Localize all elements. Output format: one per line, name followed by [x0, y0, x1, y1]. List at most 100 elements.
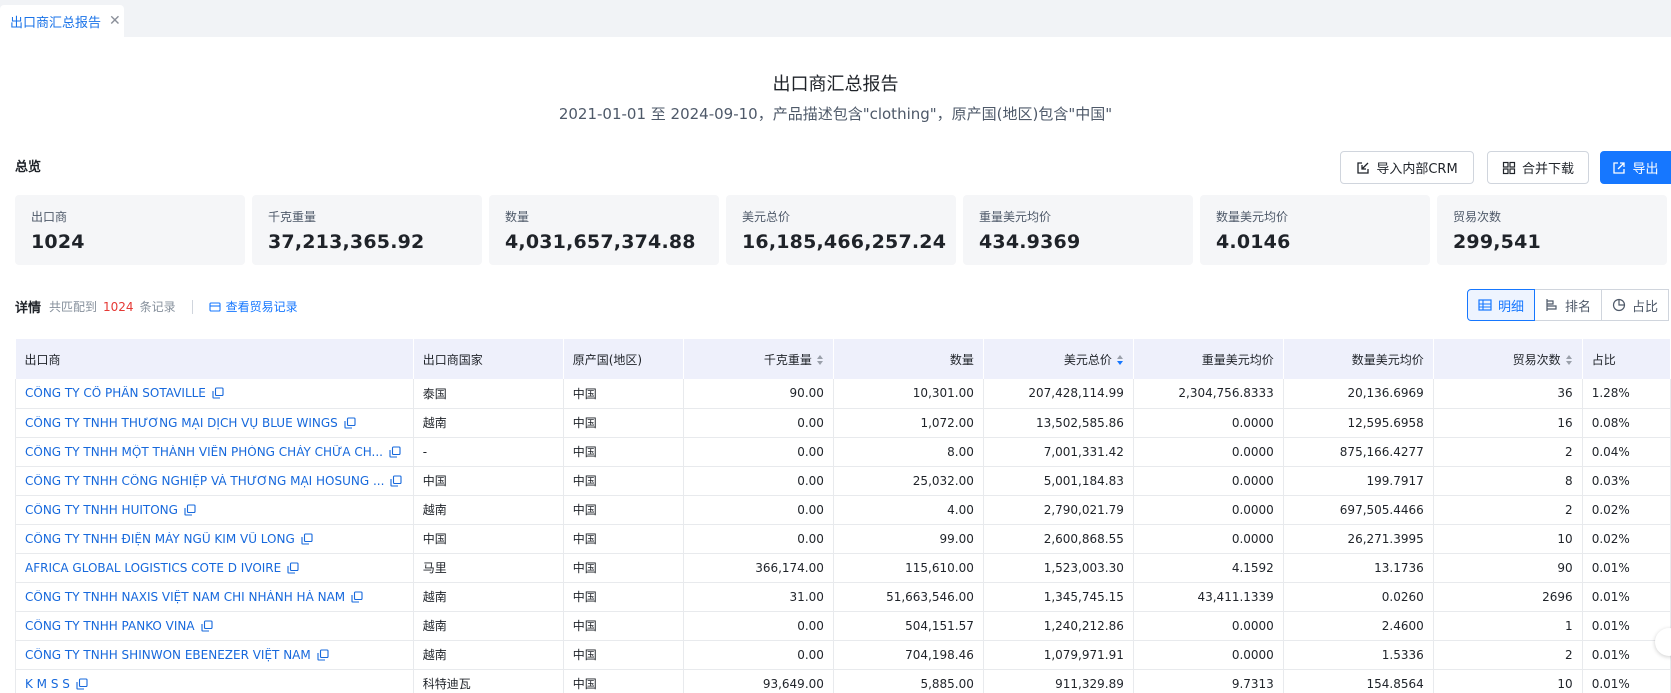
exporter-name-cell[interactable]: CÔNG TY CỔ PHẦN SOTAVILLE — [15, 379, 414, 409]
trades-cell: 10 — [1433, 669, 1583, 693]
trades-cell: 2 — [1433, 495, 1583, 525]
close-icon[interactable]: ✕ — [109, 13, 121, 29]
exporter-name-cell[interactable]: CÔNG TY TNHH NAXIS VIỆT NAM CHI NHÁNH HÀ… — [15, 582, 414, 612]
col-header-total-usd[interactable]: 美元总价 — [983, 339, 1134, 379]
details-count-prefix: 共匹配到 — [49, 300, 98, 314]
pie-icon — [1612, 298, 1626, 312]
exporter-name-cell[interactable]: CÔNG TY TNHH ĐIỆN MÁY NGŨ KIM VŨ LONG — [15, 524, 414, 554]
stat-label: 千克重量 — [268, 210, 317, 224]
stat-value: 434.9369 — [979, 231, 1081, 253]
copy-icon[interactable] — [344, 416, 356, 429]
col-header-exporter: 出口商 — [15, 339, 414, 379]
total-usd-cell: 207,428,114.99 — [983, 379, 1134, 409]
weight-avg-cell: 2,304,756.8333 — [1133, 379, 1284, 409]
exporter-name-cell[interactable]: AFRICA GLOBAL LOGISTICS COTE D IVOIRE — [15, 553, 414, 583]
exporter-name[interactable]: CÔNG TY TNHH MỘT THÀNH VIÊN PHÒNG CHÁY C… — [25, 445, 383, 459]
exporter-name-cell[interactable]: CÔNG TY TNHH HUITONG — [15, 495, 414, 525]
import-crm-label: 导入内部CRM — [1376, 162, 1458, 177]
exporter-name[interactable]: CÔNG TY TNHH NAXIS VIỆT NAM CHI NHÁNH HÀ… — [25, 590, 345, 604]
copy-icon[interactable] — [389, 445, 401, 458]
copy-icon[interactable] — [317, 648, 329, 661]
qty-avg-cell: 199.7917 — [1283, 466, 1434, 496]
weight-avg-cell: 0.0000 — [1133, 408, 1284, 438]
view-share-label: 占比 — [1632, 299, 1659, 315]
copy-icon[interactable] — [390, 474, 402, 487]
merge-download-label: 合并下载 — [1521, 162, 1574, 177]
exporter-name[interactable]: CÔNG TY TNHH SHINWON EBENEZER VIỆT NAM — [25, 648, 311, 662]
copy-icon[interactable] — [212, 387, 224, 399]
view-share-button[interactable]: 占比 — [1601, 289, 1670, 321]
tab-exporter-summary[interactable]: 出口商汇总报告 ✕ — [0, 5, 124, 37]
import-crm-button[interactable]: 导入内部CRM — [1340, 151, 1474, 184]
origin-cell: 中国 — [563, 553, 684, 583]
qty-avg-cell: 875,166.4277 — [1283, 437, 1434, 467]
details-count-suffix: 条记录 — [139, 300, 176, 314]
exporter-name-cell[interactable]: K M S S — [15, 669, 414, 693]
qty-avg-cell: 697,505.4466 — [1283, 495, 1434, 525]
exporter-country-cell: 科特迪瓦 — [413, 669, 564, 693]
copy-icon[interactable] — [201, 619, 213, 632]
col-header-trades[interactable]: 贸易次数 — [1433, 339, 1583, 379]
weight-cell: 0.00 — [683, 495, 834, 525]
exporter-name[interactable]: CÔNG TY TNHH PANKO VINA — [25, 619, 195, 633]
copy-icon[interactable] — [76, 677, 88, 690]
qty-avg-cell: 20,136.6969 — [1283, 379, 1434, 409]
exporter-name[interactable]: K M S S — [25, 677, 70, 691]
exporter-name-cell[interactable]: CÔNG TY TNHH SHINWON EBENEZER VIỆT NAM — [15, 640, 414, 670]
share-cell: 0.08% — [1582, 408, 1671, 438]
col-header-quantity: 数量 — [833, 339, 984, 379]
exporter-name-cell[interactable]: CÔNG TY TNHH MỘT THÀNH VIÊN PHÒNG CHÁY C… — [15, 437, 414, 467]
table-row: CÔNG TY TNHH PANKO VINA 越南 中国 0.00 504,151.5… — [15, 611, 1671, 641]
quantity-cell: 4.00 — [833, 495, 984, 525]
table-row: K M S S 科特迪瓦 中国 93,649.00 5,885.00 911,329.89… — [15, 669, 1671, 693]
exporter-name-cell[interactable]: CÔNG TY TNHH CÔNG NGHIỆP VÀ THƯƠNG MẠI H… — [15, 466, 414, 496]
view-rank-button[interactable]: 排名 — [1534, 289, 1603, 321]
qty-avg-cell: 1.5336 — [1283, 640, 1434, 670]
trades-cell: 36 — [1433, 379, 1583, 409]
exporter-name[interactable]: CÔNG TY TNHH THƯƠNG MẠI DỊCH VỤ BLUE WIN… — [25, 416, 338, 430]
details-count: 1024 — [103, 299, 134, 314]
exporter-name-cell[interactable]: CÔNG TY TNHH PANKO VINA — [15, 611, 414, 641]
exporter-name-cell[interactable]: CÔNG TY TNHH THƯƠNG MẠI DỊCH VỤ BLUE WIN… — [15, 408, 414, 438]
origin-cell: 中国 — [563, 611, 684, 641]
weight-avg-cell: 0.0000 — [1133, 466, 1284, 496]
stat-value: 299,541 — [1453, 231, 1541, 253]
exporter-name[interactable]: AFRICA GLOBAL LOGISTICS COTE D IVOIRE — [25, 561, 281, 575]
trades-cell: 1 — [1433, 611, 1583, 641]
sort-icon[interactable] — [816, 354, 824, 366]
merge-download-button[interactable]: 合并下载 — [1487, 151, 1589, 184]
col-header-qty-avg: 数量美元均价 — [1283, 339, 1434, 379]
exporter-name[interactable]: CÔNG TY CỔ PHẦN SOTAVILLE — [25, 386, 206, 400]
weight-cell: 0.00 — [683, 611, 834, 641]
copy-icon[interactable] — [351, 590, 363, 603]
details-heading: 详情 — [15, 301, 42, 316]
copy-icon[interactable] — [301, 532, 313, 545]
copy-icon[interactable] — [287, 561, 299, 574]
export-button[interactable]: 导出 — [1600, 151, 1671, 184]
view-detail-button[interactable]: 明细 — [1467, 289, 1536, 321]
exporter-name[interactable]: CÔNG TY TNHH HUITONG — [25, 503, 178, 517]
copy-icon[interactable] — [184, 503, 196, 516]
view-trade-records-link[interactable]: 查看贸易记录 — [209, 298, 298, 315]
table-row: CÔNG TY TNHH ĐIỆN MÁY NGŨ KIM VŨ LONG 中国中… — [15, 524, 1671, 554]
stat-label: 重量美元均价 — [979, 210, 1052, 224]
total-usd-cell: 2,600,868.55 — [983, 524, 1134, 554]
sort-icon[interactable] — [1565, 354, 1573, 366]
origin-cell: 中国 — [563, 495, 684, 525]
stat-card: 千克重量 37,213,365.92 — [252, 195, 482, 265]
exporter-country-cell: 越南 — [413, 408, 564, 438]
total-usd-cell: 1,240,212.86 — [983, 611, 1134, 641]
col-header-origin: 原产国(地区) — [563, 339, 684, 379]
quantity-cell: 25,032.00 — [833, 466, 984, 496]
exporter-name[interactable]: CÔNG TY TNHH ĐIỆN MÁY NGŨ KIM VŨ LONG — [25, 532, 295, 546]
stat-value: 1024 — [31, 231, 85, 253]
sort-desc-icon[interactable] — [1116, 354, 1124, 366]
tab-label[interactable]: 出口商汇总报告 — [10, 12, 101, 31]
col-header-weight[interactable]: 千克重量 — [683, 339, 834, 379]
trades-cell: 90 — [1433, 553, 1583, 583]
export-icon — [1613, 161, 1626, 174]
share-cell: 0.01% — [1582, 582, 1671, 612]
total-usd-cell: 13,502,585.86 — [983, 408, 1134, 438]
exporter-name[interactable]: CÔNG TY TNHH CÔNG NGHIỆP VÀ THƯƠNG MẠI H… — [25, 474, 384, 488]
stat-value: 4.0146 — [1216, 231, 1291, 253]
